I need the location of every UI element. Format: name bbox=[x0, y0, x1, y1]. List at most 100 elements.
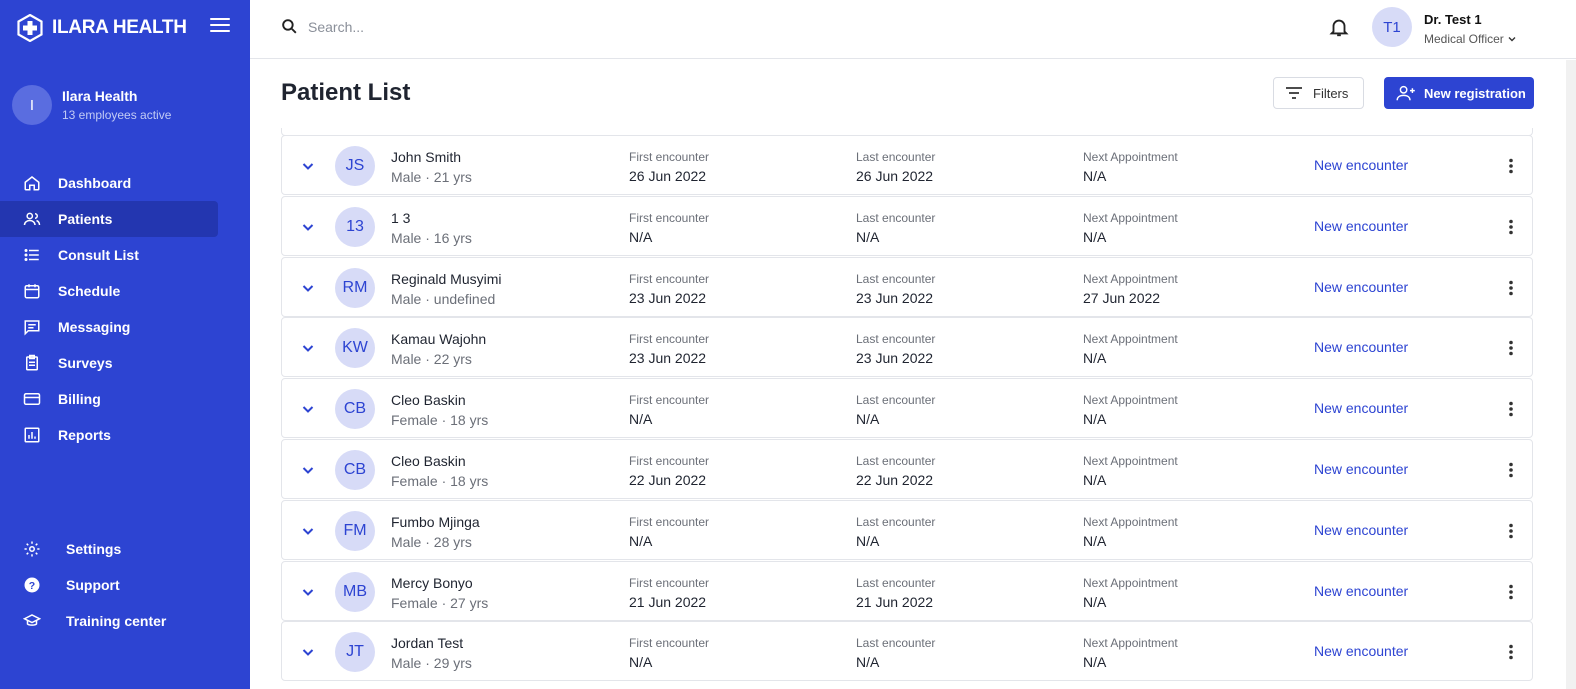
more-options-icon[interactable] bbox=[1502, 157, 1520, 180]
sidebar-item-messaging[interactable]: Messaging bbox=[0, 309, 250, 345]
next-appointment-label: Next Appointment bbox=[1083, 271, 1178, 286]
sidebar-item-consult-list[interactable]: Consult List bbox=[0, 237, 250, 273]
org-name: Ilara Health bbox=[62, 88, 138, 104]
patient-name[interactable]: Kamau Wajohn bbox=[391, 331, 486, 347]
sidebar-item-schedule[interactable]: Schedule bbox=[0, 273, 250, 309]
table-row[interactable]: JT Jordan Test Male · 29 yrs First encou… bbox=[281, 621, 1533, 682]
last-encounter-label: Last encounter bbox=[856, 453, 936, 468]
user-name: Dr. Test 1 bbox=[1424, 12, 1482, 27]
table-row[interactable]: FM Fumbo Mjinga Male · 28 yrs First enco… bbox=[281, 499, 1533, 560]
chevron-down-icon[interactable] bbox=[300, 280, 316, 301]
last-encounter-value: 22 Jun 2022 bbox=[856, 471, 934, 488]
patient-demographics: Male · 29 yrs bbox=[391, 655, 472, 672]
first-encounter-label: First encounter bbox=[629, 636, 710, 651]
new-registration-button[interactable]: New registration bbox=[1384, 77, 1534, 109]
patient-name[interactable]: Cleo Baskin bbox=[391, 392, 466, 408]
more-options-icon[interactable] bbox=[1502, 461, 1520, 484]
table-row[interactable]: 13 1 3 Male · 16 yrs First encounter N/A… bbox=[281, 195, 1533, 256]
patient-avatar: RM bbox=[335, 267, 375, 308]
first-encounter-value: N/A bbox=[629, 411, 653, 428]
next-appointment-label: Next Appointment bbox=[1083, 575, 1178, 590]
more-options-icon[interactable] bbox=[1502, 218, 1520, 241]
table-row[interactable]: KW Kamau Wajohn Male · 22 yrs First enco… bbox=[281, 317, 1533, 378]
more-options-icon[interactable] bbox=[1502, 522, 1520, 545]
patient-name[interactable]: Cleo Baskin bbox=[391, 453, 466, 469]
last-encounter-value: N/A bbox=[856, 228, 880, 245]
sidebar-item-settings[interactable]: Settings bbox=[0, 531, 250, 567]
new-encounter-link[interactable]: New encounter bbox=[1314, 583, 1408, 599]
next-appointment-label: Next Appointment bbox=[1083, 514, 1178, 529]
chevron-down-icon[interactable] bbox=[300, 340, 316, 361]
more-options-icon[interactable] bbox=[1502, 643, 1520, 666]
sidebar-item-training-center[interactable]: Training center bbox=[0, 603, 250, 639]
last-encounter-value: N/A bbox=[856, 654, 880, 671]
next-appointment-value: 27 Jun 2022 bbox=[1083, 289, 1161, 306]
first-encounter-label: First encounter bbox=[629, 332, 710, 347]
sidebar-item-surveys[interactable]: Surveys bbox=[0, 345, 250, 381]
chevron-down-icon[interactable] bbox=[300, 523, 316, 544]
first-encounter-label: First encounter bbox=[629, 393, 710, 408]
new-encounter-link[interactable]: New encounter bbox=[1314, 339, 1408, 355]
chevron-down-icon[interactable] bbox=[300, 158, 316, 179]
patient-name[interactable]: Reginald Musyimi bbox=[391, 271, 501, 287]
hamburger-menu-icon[interactable] bbox=[210, 18, 230, 34]
patient-avatar: CB bbox=[335, 389, 375, 430]
chevron-down-icon[interactable] bbox=[300, 219, 316, 240]
more-options-icon[interactable] bbox=[1502, 279, 1520, 302]
avatar[interactable]: T1 bbox=[1372, 7, 1412, 47]
sidebar-item-support[interactable]: ? Support bbox=[0, 567, 250, 603]
table-row[interactable]: MB Mercy Bonyo Female · 27 yrs First enc… bbox=[281, 560, 1533, 621]
first-encounter-label: First encounter bbox=[629, 150, 710, 164]
search-input[interactable] bbox=[308, 14, 708, 40]
new-encounter-link[interactable]: New encounter bbox=[1314, 157, 1408, 173]
table-row[interactable]: RM Reginald Musyimi Male · undefined Fir… bbox=[281, 256, 1533, 317]
next-appointment-label: Next Appointment bbox=[1083, 636, 1178, 651]
table-row[interactable]: CB Cleo Baskin Female · 18 yrs First enc… bbox=[281, 438, 1533, 499]
last-encounter-value: 26 Jun 2022 bbox=[856, 168, 934, 184]
last-encounter-label: Last encounter bbox=[856, 210, 936, 225]
user-role-dropdown[interactable]: Medical Officer bbox=[1424, 32, 1517, 46]
last-encounter-label: Last encounter bbox=[856, 271, 936, 286]
new-encounter-link[interactable]: New encounter bbox=[1314, 522, 1408, 538]
next-appointment-label: Next Appointment bbox=[1083, 210, 1178, 225]
patient-name[interactable]: 1 3 bbox=[391, 210, 410, 226]
patient-name[interactable]: John Smith bbox=[391, 149, 461, 165]
new-encounter-link[interactable]: New encounter bbox=[1314, 643, 1408, 659]
sidebar-item-label: Dashboard bbox=[58, 175, 132, 191]
more-options-icon[interactable] bbox=[1502, 339, 1520, 362]
last-encounter-value: N/A bbox=[856, 532, 880, 549]
sidebar-item-reports[interactable]: Reports bbox=[0, 417, 250, 453]
table-row[interactable]: JS John Smith Male · 21 yrs First encoun… bbox=[281, 135, 1533, 195]
table-row[interactable]: CB Cleo Baskin Female · 18 yrs First enc… bbox=[281, 378, 1533, 439]
last-encounter-label: Last encounter bbox=[856, 332, 936, 347]
brand-name: ILARA HEALTH bbox=[52, 17, 187, 38]
filters-button[interactable]: Filters bbox=[1273, 77, 1364, 109]
sidebar-item-billing[interactable]: Billing bbox=[0, 381, 250, 417]
org-subtitle: 13 employees active bbox=[62, 108, 172, 122]
patient-name[interactable]: Jordan Test bbox=[391, 635, 463, 651]
sidebar-item-label: Messaging bbox=[58, 319, 131, 335]
next-appointment-value: N/A bbox=[1083, 411, 1107, 428]
patient-name[interactable]: Mercy Bonyo bbox=[391, 575, 473, 591]
patient-name[interactable]: Fumbo Mjinga bbox=[391, 514, 480, 530]
chevron-down-icon[interactable] bbox=[300, 462, 316, 483]
patient-demographics: Female · 18 yrs bbox=[391, 472, 489, 489]
brand[interactable]: ILARA HEALTH bbox=[16, 12, 187, 44]
sidebar-item-dashboard[interactable]: Dashboard bbox=[0, 165, 250, 201]
first-encounter-value: 21 Jun 2022 bbox=[629, 593, 707, 610]
new-encounter-link[interactable]: New encounter bbox=[1314, 279, 1408, 295]
chevron-down-icon[interactable] bbox=[300, 401, 316, 422]
new-encounter-link[interactable]: New encounter bbox=[1314, 461, 1408, 477]
more-options-icon[interactable] bbox=[1502, 400, 1520, 423]
notification-bell-icon[interactable] bbox=[1328, 16, 1350, 43]
scrollbar[interactable] bbox=[1566, 60, 1576, 689]
chevron-down-icon[interactable] bbox=[300, 644, 316, 665]
more-options-icon[interactable] bbox=[1502, 583, 1520, 606]
last-encounter-label: Last encounter bbox=[856, 514, 936, 529]
chevron-down-icon bbox=[1508, 37, 1516, 42]
new-encounter-link[interactable]: New encounter bbox=[1314, 218, 1408, 234]
chevron-down-icon[interactable] bbox=[300, 584, 316, 605]
patient-demographics: Male · undefined bbox=[391, 290, 496, 307]
new-encounter-link[interactable]: New encounter bbox=[1314, 400, 1408, 416]
sidebar-item-patients[interactable]: Patients bbox=[0, 201, 250, 237]
